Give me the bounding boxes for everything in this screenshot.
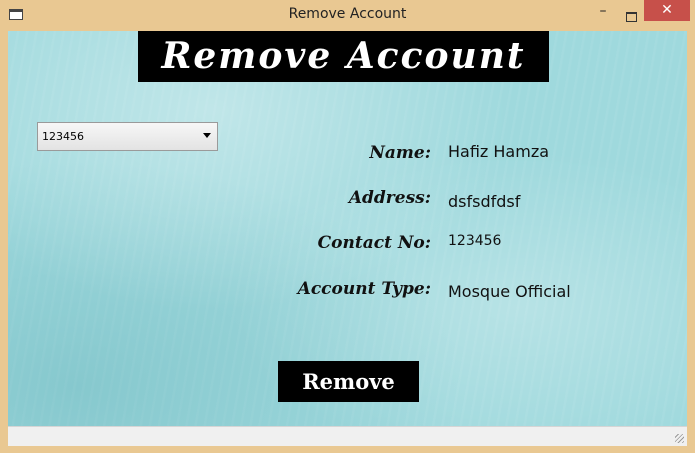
contact-value: 123456: [448, 233, 502, 249]
maximize-button[interactable]: [618, 7, 644, 28]
maximize-icon: [625, 12, 637, 22]
resize-grip-icon[interactable]: [675, 434, 684, 443]
account-type-label: Account Type:: [297, 279, 431, 299]
chevron-down-icon[interactable]: [203, 133, 211, 138]
contact-label: Contact No:: [317, 233, 431, 253]
address-value: dsfsdfdsf: [448, 192, 521, 211]
close-button[interactable]: ✕: [644, 0, 690, 21]
account-type-value: Mosque Official: [448, 282, 571, 301]
name-value: Hafiz Hamza: [448, 142, 550, 161]
form-panel: Remove Account 123456 Name: Hafiz Hamza …: [8, 31, 687, 426]
account-number-select[interactable]: 123456: [37, 122, 218, 151]
title-bar[interactable]: Remove Account – ✕: [0, 0, 695, 31]
minimize-button[interactable]: –: [590, 4, 616, 25]
address-label: Address:: [348, 188, 431, 208]
status-strip: [8, 426, 687, 446]
name-label: Name:: [369, 143, 431, 163]
account-number-selected: 123456: [42, 130, 84, 143]
page-title-banner: Remove Account: [138, 31, 549, 82]
application-window: Remove Account – ✕ Remove Account 123456…: [0, 0, 695, 453]
remove-button[interactable]: Remove: [278, 361, 419, 402]
